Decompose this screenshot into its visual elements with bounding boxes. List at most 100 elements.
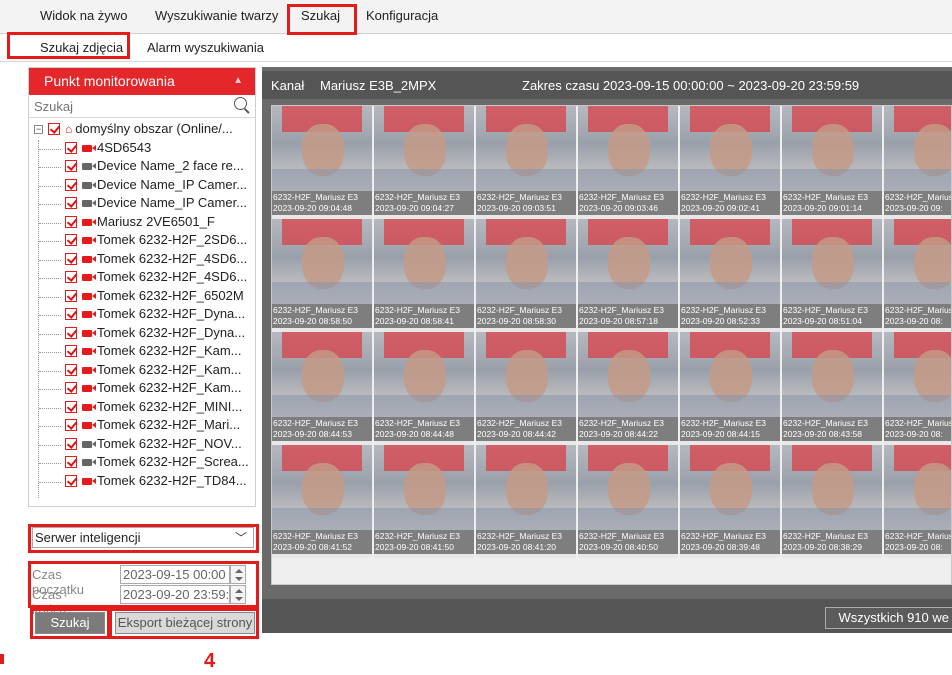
tree-channel-item[interactable]: Tomek 6232-H2F_4SD6... <box>29 269 255 288</box>
tree-channel-item[interactable]: Tomek 6232-H2F_Kam... <box>29 343 255 362</box>
checkbox-icon[interactable] <box>65 215 77 228</box>
channel-search-input[interactable] <box>29 95 219 117</box>
search-icon[interactable] <box>234 97 247 110</box>
face-image[interactable] <box>374 219 474 304</box>
checkbox-icon[interactable] <box>65 363 77 376</box>
tree-channel-item[interactable]: Tomek 6232-H2F_6502M <box>29 288 255 307</box>
collapse-tree-icon[interactable]: − <box>34 125 43 134</box>
face-thumbnail[interactable]: 6232-H2F_Mariusz E3 2023-09-20 08:41:52 <box>272 445 372 558</box>
tree-channel-item[interactable]: Tomek 6232-H2F_TD84... <box>29 473 255 492</box>
checkbox-icon[interactable] <box>65 160 77 172</box>
face-thumbnail[interactable]: 6232-H2F_Mariusz E32023-09-20 09: <box>884 106 951 219</box>
export-page-button[interactable]: Eksport bieżącej strony <box>115 612 255 634</box>
panel-header[interactable]: Punkt monitorowania ▲ <box>29 68 255 95</box>
face-thumbnail[interactable]: 6232-H2F_Mariusz E3 2023-09-20 08:51:04 <box>782 219 882 332</box>
end-time-spinner[interactable] <box>230 585 246 604</box>
face-thumbnail[interactable]: 6232-H2F_Mariusz E3 2023-09-20 09:03:46 <box>578 106 678 219</box>
checkbox-icon[interactable] <box>65 252 77 265</box>
face-thumbnail[interactable]: 6232-H2F_Mariusz E3 2023-09-20 08:44:42 <box>476 332 576 445</box>
face-thumbnail[interactable]: 6232-H2F_Mariusz E3 2023-09-20 08:58:41 <box>374 219 474 332</box>
face-thumbnail[interactable]: 6232-H2F_Mariusz E3 2023-09-20 09:01:14 <box>782 106 882 219</box>
end-time-field[interactable]: 2023-09-20 23:59:59 <box>120 585 230 604</box>
checkbox-icon[interactable] <box>65 474 77 487</box>
face-thumbnail[interactable]: 6232-H2F_Mariusz E32023-09-20 08: <box>884 332 951 445</box>
server-select[interactable]: Serwer inteligencji ﹀ <box>32 527 254 548</box>
tab-search-pictures[interactable]: Szukaj zdjęcia <box>40 40 123 55</box>
face-image[interactable] <box>680 219 780 304</box>
face-thumbnail[interactable]: 6232-H2F_Mariusz E3 2023-09-20 08:41:20 <box>476 445 576 558</box>
checkbox-icon[interactable] <box>65 271 77 283</box>
face-thumbnail[interactable]: 6232-H2F_Mariusz E3 2023-09-20 08:38:29 <box>782 445 882 558</box>
face-image[interactable] <box>782 445 882 530</box>
tab-search-alarm[interactable]: Alarm wyszukiwania <box>147 40 264 55</box>
checkbox-icon[interactable] <box>65 197 77 209</box>
face-thumbnail[interactable]: 6232-H2F_Mariusz E3 2023-09-20 08:40:50 <box>578 445 678 558</box>
face-image[interactable] <box>476 219 576 304</box>
checkbox-icon[interactable] <box>48 123 60 135</box>
face-thumbnail[interactable]: 6232-H2F_Mariusz E3 2023-09-20 08:44:22 <box>578 332 678 445</box>
face-image[interactable] <box>272 219 372 304</box>
tree-channel-item[interactable]: Device Name_IP Camer... <box>29 177 255 196</box>
tab-search[interactable]: Szukaj <box>301 8 340 23</box>
tree-channel-item[interactable]: Tomek 6232-H2F_Kam... <box>29 380 255 399</box>
face-image[interactable] <box>578 106 678 191</box>
tree-channel-item[interactable]: Tomek 6232-H2F_Mari... <box>29 417 255 436</box>
tree-channel-item[interactable]: Tomek 6232-H2F_2SD6... <box>29 232 255 251</box>
face-image[interactable] <box>884 219 951 304</box>
face-thumbnail[interactable]: 6232-H2F_Mariusz E3 2023-09-20 08:58:50 <box>272 219 372 332</box>
checkbox-icon[interactable] <box>65 308 77 320</box>
tree-channel-item[interactable]: Tomek 6232-H2F_Dyna... <box>29 325 255 344</box>
checkbox-icon[interactable] <box>65 400 77 413</box>
face-thumbnail[interactable]: 6232-H2F_Mariusz E3 2023-09-20 08:44:15 <box>680 332 780 445</box>
face-thumbnail[interactable]: 6232-H2F_Mariusz E3 2023-09-20 08:52:33 <box>680 219 780 332</box>
face-image[interactable] <box>374 445 474 530</box>
tree-channel-item[interactable]: Mariusz 2VE6501_F <box>29 214 255 233</box>
checkbox-icon[interactable] <box>65 345 77 357</box>
face-thumbnail[interactable]: 6232-H2F_Mariusz E3 2023-09-20 08:43:58 <box>782 332 882 445</box>
face-image[interactable] <box>476 445 576 530</box>
checkbox-icon[interactable] <box>65 326 77 339</box>
face-image[interactable] <box>578 219 678 304</box>
face-image[interactable] <box>782 106 882 191</box>
face-image[interactable] <box>272 445 372 530</box>
tree-channel-item[interactable]: Tomek 6232-H2F_Kam... <box>29 362 255 381</box>
checkbox-icon[interactable] <box>65 437 77 450</box>
checkbox-icon[interactable] <box>65 382 77 394</box>
face-image[interactable] <box>374 106 474 191</box>
face-image[interactable] <box>680 445 780 530</box>
face-image[interactable] <box>884 445 951 530</box>
tree-channel-item[interactable]: 4SD6543 <box>29 140 255 159</box>
face-image[interactable] <box>374 332 474 417</box>
face-image[interactable] <box>884 106 951 191</box>
face-image[interactable] <box>782 332 882 417</box>
tree-channel-item[interactable]: Device Name_2 face re... <box>29 158 255 177</box>
checkbox-icon[interactable] <box>65 456 77 468</box>
face-image[interactable] <box>476 332 576 417</box>
tab-face-search[interactable]: Wyszukiwanie twarzy <box>155 8 278 23</box>
face-image[interactable] <box>272 106 372 191</box>
checkbox-icon[interactable] <box>65 141 77 154</box>
face-image[interactable] <box>578 332 678 417</box>
face-thumbnail[interactable]: 6232-H2F_Mariusz E32023-09-20 08: <box>884 445 951 558</box>
tab-live-view[interactable]: Widok na żywo <box>40 8 127 23</box>
face-thumbnail[interactable]: 6232-H2F_Mariusz E3 2023-09-20 08:57:18 <box>578 219 678 332</box>
face-image[interactable] <box>884 332 951 417</box>
checkbox-icon[interactable] <box>65 178 77 191</box>
start-time-field[interactable]: 2023-09-15 00:00 <box>120 565 230 584</box>
tree-scrollbar[interactable] <box>249 118 255 502</box>
face-thumbnail[interactable]: 6232-H2F_Mariusz E3 2023-09-20 08:39:48 <box>680 445 780 558</box>
chevron-down-icon[interactable]: ﹀ <box>235 529 247 546</box>
face-thumbnail[interactable]: 6232-H2F_Mariusz E3 2023-09-20 08:44:53 <box>272 332 372 445</box>
collapse-icon[interactable]: ▲ <box>233 75 243 86</box>
face-image[interactable] <box>272 332 372 417</box>
tab-configuration[interactable]: Konfiguracja <box>366 8 438 23</box>
face-image[interactable] <box>680 332 780 417</box>
tree-channel-item[interactable]: Tomek 6232-H2F_Screa... <box>29 454 255 473</box>
face-thumbnail[interactable]: 6232-H2F_Mariusz E3 2023-09-20 09:02:41 <box>680 106 780 219</box>
tree-channel-item[interactable]: Tomek 6232-H2F_Dyna... <box>29 306 255 325</box>
tree-root-area[interactable]: − ⌂ domyślny obszar (Online/... <box>29 121 255 140</box>
face-thumbnail[interactable]: 6232-H2F_Mariusz E3 2023-09-20 09:03:51 <box>476 106 576 219</box>
face-thumbnail[interactable]: 6232-H2F_Mariusz E3 2023-09-20 08:58:30 <box>476 219 576 332</box>
face-image[interactable] <box>476 106 576 191</box>
tree-channel-item[interactable]: Tomek 6232-H2F_MINI... <box>29 399 255 418</box>
